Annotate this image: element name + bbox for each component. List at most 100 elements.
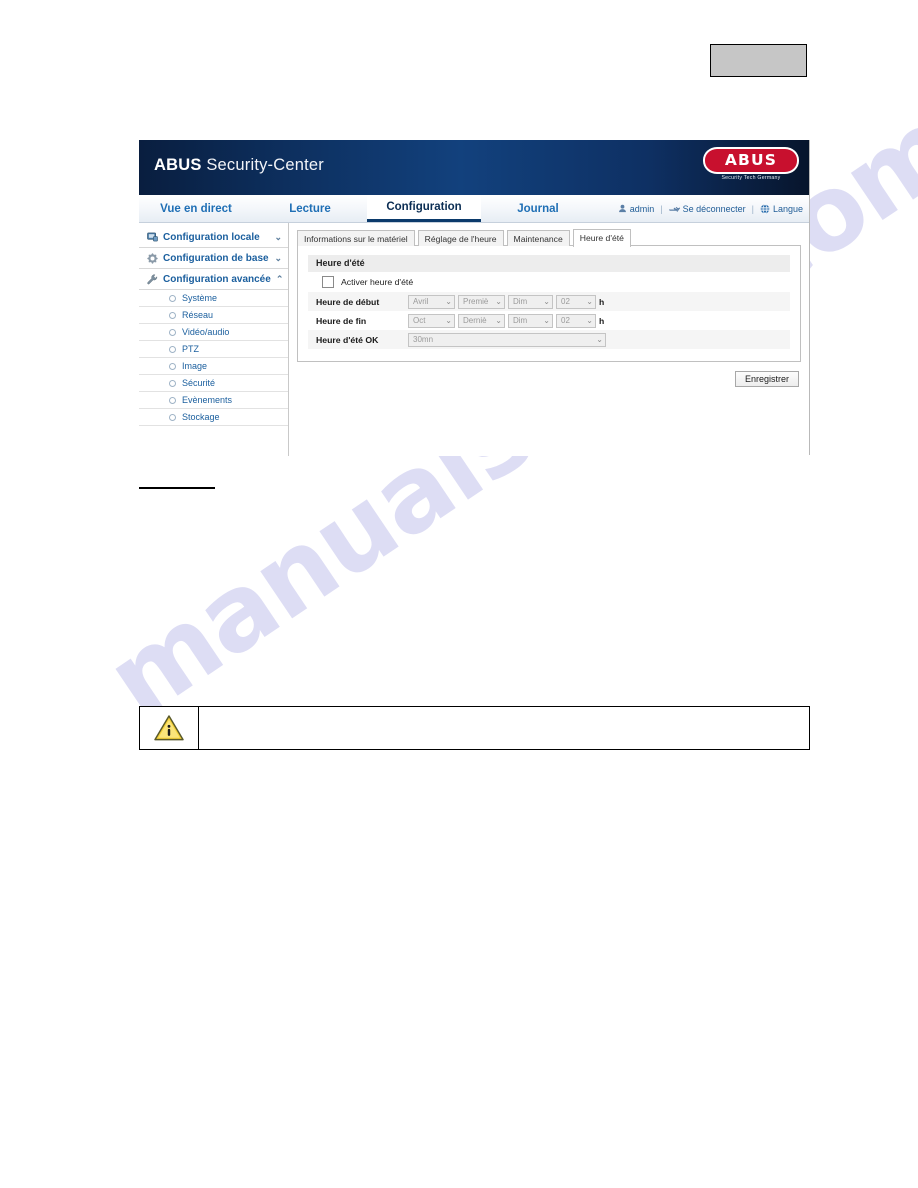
sidebar-group-advanced-config[interactable]: Configuration avancée ⌃ [139, 269, 288, 290]
start-day-select[interactable]: Dim ⌄ [508, 294, 553, 309]
end-day-select[interactable]: Dim ⌄ [508, 313, 553, 328]
chevron-up-icon: ⌃ [275, 273, 284, 284]
app-header: ABUS Security-Center ABUS Security Tech … [139, 140, 809, 195]
bullet-icon [169, 413, 176, 421]
nav-user-area: admin | Se déconnecter | Langue [618, 195, 803, 222]
content-area: Informations sur le matériel Réglage de … [289, 223, 809, 456]
save-row: Enregistrer [297, 371, 801, 387]
brand-title: ABUS Security-Center [154, 156, 324, 175]
start-month-select[interactable]: Avril ⌄ [408, 294, 455, 309]
bullet-icon [169, 362, 176, 370]
chevron-down-icon: ⌄ [596, 335, 603, 344]
start-hour-value: 02 [561, 297, 570, 306]
tab-dst[interactable]: Heure d'été [572, 229, 631, 247]
bullet-icon [169, 294, 176, 302]
sidebar-group-basic-config[interactable]: Configuration de base ⌄ [139, 248, 288, 269]
end-time-label: Heure de fin [316, 315, 367, 326]
note-icon-cell [140, 707, 199, 749]
monitor-icon [147, 232, 158, 242]
start-time-label: Heure de début [316, 296, 380, 307]
language-link[interactable]: Langue [760, 204, 803, 214]
user-name: admin [629, 203, 655, 214]
row-end-time: Heure de fin Oct ⌄ Derniè ⌄ Dim ⌄ 02 ⌄ h [308, 311, 790, 330]
chevron-down-icon: ⌄ [586, 316, 593, 325]
sidebar-item-label: Evènements [182, 395, 233, 405]
app-window: ABUS Security-Center ABUS Security Tech … [139, 140, 810, 456]
sidebar-group-label: Configuration de base [163, 252, 269, 264]
chevron-down-icon: ⌄ [445, 316, 452, 325]
user-icon [618, 204, 627, 213]
abus-tagline: Security Tech Germany [721, 175, 781, 181]
row-dst-offset: Heure d'été OK 30mn ⌄ [308, 330, 790, 349]
chevron-down-icon: ⌄ [543, 316, 550, 325]
end-week-value: Derniè [463, 316, 487, 325]
sidebar-group-local-config[interactable]: Configuration locale ⌄ [139, 227, 288, 248]
chevron-down-icon: ⌄ [495, 316, 502, 325]
sidebar-item-video-audio[interactable]: Vidéo/audio [139, 324, 288, 341]
end-month-select[interactable]: Oct ⌄ [408, 313, 455, 328]
brand-bold: ABUS [154, 156, 202, 174]
nav-tab-playback[interactable]: Lecture [253, 195, 367, 222]
start-hour-select[interactable]: 02 ⌄ [556, 294, 596, 309]
end-day-value: Dim [513, 316, 528, 325]
row-enable-dst: Activer heure d'été [308, 272, 790, 292]
sidebar-item-label: Sécurité [182, 378, 216, 388]
logout-link[interactable]: Se déconnecter [668, 203, 746, 214]
section-title-dst: Heure d'été [308, 255, 790, 272]
sidebar-group-label: Configuration locale [163, 231, 260, 243]
tab-hardware-info[interactable]: Informations sur le matériel [297, 230, 415, 246]
tab-maintenance[interactable]: Maintenance [506, 230, 570, 246]
nav-tab-live-view[interactable]: Vue en direct [139, 195, 253, 222]
logout-label: Se déconnecter [682, 203, 746, 214]
sidebar-item-label: Vidéo/audio [182, 327, 230, 337]
chevron-down-icon: ⌄ [543, 297, 550, 306]
nav-tab-journal[interactable]: Journal [481, 195, 595, 222]
enable-dst-checkbox[interactable] [322, 276, 334, 288]
sidebar-group-label: Configuration avancée [163, 273, 271, 285]
end-week-select[interactable]: Derniè ⌄ [458, 313, 505, 328]
sidebar-item-label: Stockage [182, 412, 220, 422]
enable-dst-label: Activer heure d'été [341, 277, 414, 287]
current-user[interactable]: admin [618, 203, 655, 214]
app-body: Configuration locale ⌄ Configuration de … [139, 223, 809, 456]
horizontal-rule [139, 487, 215, 489]
sidebar-item-reseau[interactable]: Réseau [139, 307, 288, 324]
start-week-value: Premiè [463, 297, 489, 306]
gear-icon [147, 252, 158, 264]
bullet-icon [169, 311, 176, 319]
wrench-icon [147, 274, 158, 285]
bullet-icon [169, 379, 176, 387]
chevron-down-icon: ⌄ [274, 252, 282, 263]
sidebar-item-evenements[interactable]: Evènements [139, 392, 288, 409]
sidebar-item-image[interactable]: Image [139, 358, 288, 375]
row-start-time: Heure de début Avril ⌄ Premiè ⌄ Dim ⌄ 02… [308, 292, 790, 311]
nav-separator-1: | [660, 203, 663, 214]
abus-logo: ABUS Security Tech Germany [703, 147, 799, 187]
bullet-icon [169, 396, 176, 404]
save-button[interactable]: Enregistrer [734, 371, 799, 387]
dst-offset-select[interactable]: 30mn ⌄ [408, 332, 606, 347]
end-hour-select[interactable]: 02 ⌄ [556, 313, 596, 328]
chevron-down-icon: ⌄ [445, 297, 452, 306]
nav-separator-2: | [751, 203, 754, 214]
sidebar-item-stockage[interactable]: Stockage [139, 409, 288, 426]
note-box [139, 706, 810, 750]
sidebar-item-label: Image [182, 361, 208, 371]
end-month-value: Oct [413, 316, 426, 325]
sidebar-item-ptz[interactable]: PTZ [139, 341, 288, 358]
sidebar-item-securite[interactable]: Sécurité [139, 375, 288, 392]
chevron-down-icon: ⌄ [495, 297, 502, 306]
nav-tab-configuration[interactable]: Configuration [367, 195, 481, 222]
start-month-value: Avril [413, 297, 429, 306]
sidebar: Configuration locale ⌄ Configuration de … [139, 223, 289, 456]
start-hour-unit: h [599, 296, 605, 307]
end-hour-value: 02 [561, 316, 570, 325]
tab-time-settings[interactable]: Réglage de l'heure [417, 230, 504, 246]
start-day-value: Dim [513, 297, 528, 306]
logout-icon [668, 205, 681, 213]
chevron-down-icon: ⌄ [274, 231, 282, 242]
sidebar-item-systeme[interactable]: Système [139, 290, 288, 307]
sidebar-item-label: Réseau [182, 310, 214, 320]
start-week-select[interactable]: Premiè ⌄ [458, 294, 505, 309]
top-right-grey-box [710, 44, 807, 77]
